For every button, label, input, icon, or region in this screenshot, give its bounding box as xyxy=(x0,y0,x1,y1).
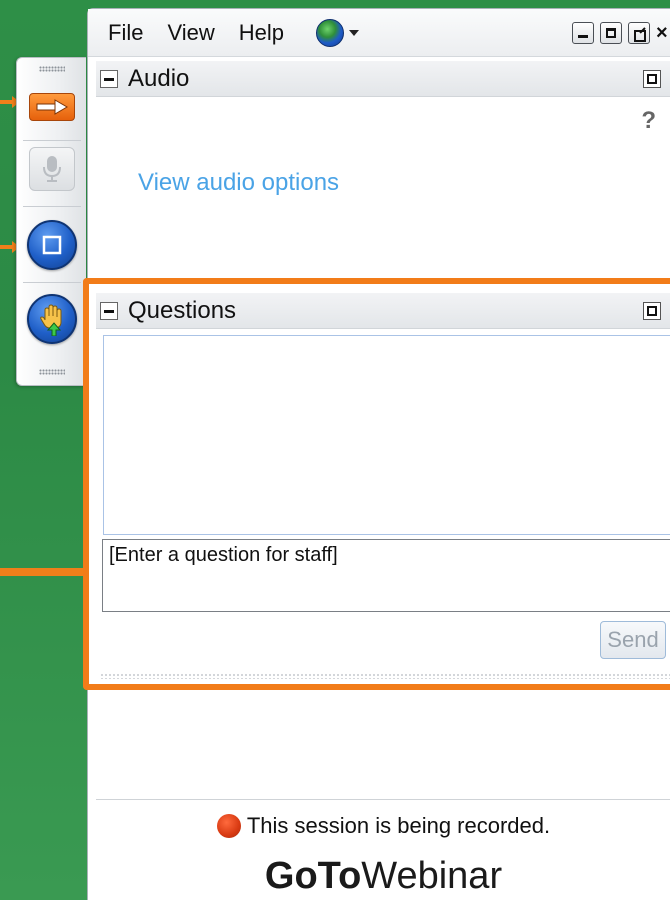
menu-view[interactable]: View xyxy=(167,20,214,46)
recording-status: This session is being recorded. xyxy=(96,799,670,851)
raise-hand-icon xyxy=(27,294,77,344)
minimize-button[interactable] xyxy=(572,22,594,44)
questions-section-title: Questions xyxy=(128,296,237,324)
show-hide-panel-button[interactable] xyxy=(25,80,79,134)
grab-tab-toolbar[interactable] xyxy=(16,57,86,386)
popout-window-button[interactable] xyxy=(628,22,650,44)
brand-logo-light: Webinar xyxy=(361,854,503,897)
menu-help[interactable]: Help xyxy=(239,20,284,46)
toolbar-divider xyxy=(23,282,81,283)
question-input[interactable] xyxy=(102,539,670,612)
questions-section-header: Questions xyxy=(96,293,670,329)
view-audio-options-link[interactable]: View audio options xyxy=(138,169,339,197)
audio-section-title: Audio xyxy=(128,64,190,92)
resize-grip[interactable] xyxy=(100,673,670,679)
maximize-button[interactable] xyxy=(600,22,622,44)
callout-arrow-grab-tab xyxy=(0,96,20,108)
audio-help-icon[interactable]: ? xyxy=(641,107,656,135)
microphone-icon xyxy=(29,147,75,191)
popout-questions-icon[interactable] xyxy=(643,302,661,320)
chevron-down-icon xyxy=(349,29,359,36)
control-panel: File View Help × Audio ? View audio opti… xyxy=(87,8,670,900)
grip-handle-top[interactable] xyxy=(39,66,65,72)
collapse-audio-button[interactable] xyxy=(100,69,118,88)
screen-icon xyxy=(27,220,77,270)
language-menu[interactable] xyxy=(316,18,359,47)
globe-icon xyxy=(316,18,344,47)
close-button[interactable]: × xyxy=(656,22,670,44)
callout-arrow-question-input xyxy=(0,556,106,588)
close-icon: × xyxy=(656,22,668,44)
record-icon xyxy=(216,813,241,838)
menu-bar: File View Help × xyxy=(88,9,670,57)
toolbar-divider xyxy=(23,140,81,141)
arrow-right-icon xyxy=(29,93,75,121)
grip-handle-bottom[interactable] xyxy=(39,369,65,375)
callout-arrow-screen xyxy=(0,241,20,253)
recording-status-text: This session is being recorded. xyxy=(246,812,551,838)
brand-logo-bold: GoTo xyxy=(264,854,362,897)
show-screen-button[interactable] xyxy=(25,218,79,272)
toolbar-divider xyxy=(23,206,81,207)
send-button[interactable]: Send xyxy=(600,621,666,659)
raise-hand-button[interactable] xyxy=(25,292,79,346)
collapse-questions-button[interactable] xyxy=(100,301,118,320)
questions-log[interactable] xyxy=(103,335,670,535)
audio-section-header: Audio xyxy=(96,61,670,97)
brand-logo: GoTo Webinar xyxy=(96,851,670,900)
microphone-button[interactable] xyxy=(25,142,79,196)
window-controls: × xyxy=(572,22,670,44)
popout-audio-icon[interactable] xyxy=(643,70,661,88)
menu-file[interactable]: File xyxy=(108,20,143,46)
